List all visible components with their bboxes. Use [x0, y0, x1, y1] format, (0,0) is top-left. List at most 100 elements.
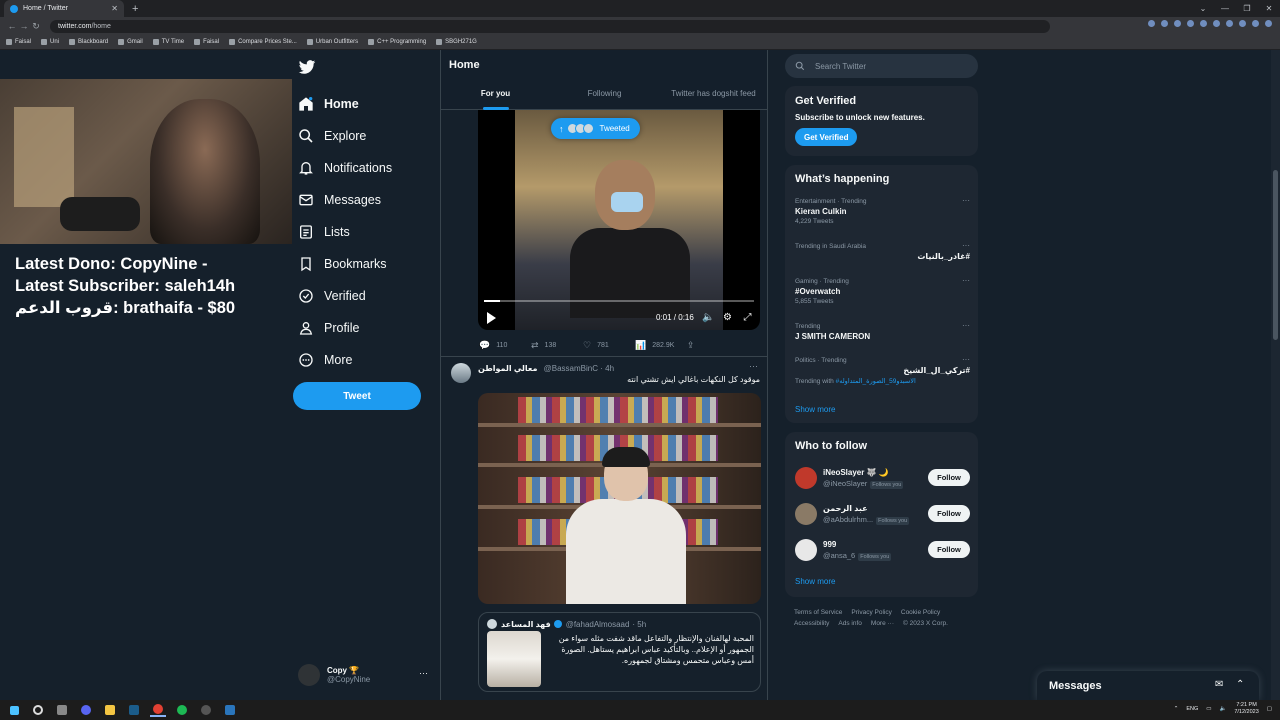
expand-up-icon[interactable]: ⌃ — [1236, 679, 1244, 690]
get-verified-button[interactable]: Get Verified — [795, 128, 858, 146]
extension-icon[interactable] — [1239, 20, 1246, 27]
extension-icon[interactable] — [1187, 20, 1194, 27]
footer-link[interactable]: More ··· — [871, 620, 894, 627]
bookmark-item[interactable]: Faisal — [194, 39, 219, 45]
chrome-icon[interactable] — [150, 703, 166, 717]
tweet-video-player[interactable]: 0:01 / 0:16 🔈 ⚙ ⤢ — [478, 110, 760, 330]
bookmark-item[interactable]: TV Time — [152, 39, 184, 45]
views-button[interactable]: 📊 282.9K — [635, 338, 687, 352]
tab-custom-list[interactable]: Twitter has dogshit feed — [659, 82, 767, 110]
extension-icon[interactable] — [1148, 20, 1155, 27]
reply-button[interactable]: 💬 110 — [479, 338, 531, 352]
video-progress-bar[interactable] — [484, 300, 754, 302]
messages-drawer[interactable]: Messages ✉ ⌃ — [1037, 671, 1259, 700]
follow-button[interactable]: Follow — [928, 505, 970, 522]
trend-item[interactable]: Trending J SMITH CAMERON ··· — [795, 321, 970, 341]
tweet-more-icon[interactable]: ··· — [749, 361, 758, 371]
page-scrollbar[interactable] — [1271, 50, 1280, 700]
follow-button[interactable]: Follow — [928, 469, 970, 486]
windows-start-icon[interactable] — [6, 703, 22, 717]
tweet-time[interactable]: · 4h — [600, 364, 614, 373]
close-tab-icon[interactable]: ✕ — [111, 4, 118, 13]
trend-item[interactable]: Trending in Saudi Arabia #غادر_بالنيات ·… — [795, 241, 970, 261]
tweet-author-avatar[interactable] — [451, 363, 471, 383]
follow-suggestion[interactable]: 999 @ansa_6 Follows you Follow — [795, 537, 970, 563]
nav-profile[interactable]: Profile — [298, 312, 392, 344]
minimize-icon[interactable]: — — [1214, 0, 1236, 17]
steam-icon[interactable] — [126, 703, 142, 717]
play-icon[interactable] — [486, 312, 496, 324]
extension-icon[interactable] — [1200, 20, 1207, 27]
steam-icon[interactable] — [222, 703, 238, 717]
show-more-trends-link[interactable]: Show more — [795, 405, 835, 414]
retweet-button[interactable]: ⇄ 138 — [531, 338, 583, 352]
trend-item[interactable]: Entertainment · Trending Kieran Culkin 4… — [795, 196, 970, 225]
tweet-button[interactable]: Tweet — [293, 382, 421, 410]
maximize-icon[interactable]: ❐ — [1236, 0, 1258, 17]
bookmark-item[interactable]: C++ Programming — [368, 39, 426, 45]
trend-more-icon[interactable]: ··· — [962, 276, 970, 285]
quoted-tweet[interactable]: فهد المساعد @fahadAlmosaad · 5h المحبة ل… — [478, 612, 761, 692]
taskbar-clock[interactable]: 7:21 PM 7/12/2023 — [1234, 702, 1258, 716]
bookmark-item[interactable]: Gmail — [118, 39, 143, 45]
bookmark-item[interactable]: SBGH271G — [436, 39, 477, 45]
share-button[interactable]: ⇪ — [687, 338, 739, 352]
bookmark-item[interactable]: Blackboard — [69, 39, 108, 45]
file-explorer-icon[interactable] — [102, 703, 118, 717]
nav-notifications[interactable]: Notifications — [298, 152, 392, 184]
language-indicator[interactable]: ENG — [1186, 706, 1198, 712]
tab-search-icon[interactable]: ⌄ — [1192, 0, 1214, 17]
close-window-icon[interactable]: ✕ — [1258, 0, 1280, 17]
nav-verified[interactable]: Verified — [298, 280, 392, 312]
nav-more[interactable]: More — [298, 344, 392, 376]
tab-following[interactable]: Following — [550, 82, 659, 110]
bookmark-item[interactable]: Urban Outfitters — [306, 39, 358, 45]
settings-gear-icon[interactable]: ⚙ — [722, 312, 733, 323]
trend-item[interactable]: Politics · Trending #تركي_ال_الشيخ Trend… — [795, 355, 970, 385]
like-button[interactable]: ♡ 781 — [583, 338, 635, 352]
reload-icon[interactable]: ↻ — [30, 21, 42, 32]
task-view-icon[interactable] — [54, 703, 70, 717]
trend-more-icon[interactable]: ··· — [962, 321, 970, 330]
tweet-author-handle[interactable]: @BassamBinC — [544, 364, 598, 373]
nav-messages[interactable]: Messages — [298, 184, 392, 216]
footer-link[interactable]: Cookie Policy — [901, 609, 940, 616]
footer-link[interactable]: Accessibility — [794, 620, 829, 627]
account-switcher[interactable]: Copy 🏆 @CopyNine ··· — [298, 662, 428, 688]
scrollbar-thumb[interactable] — [1273, 170, 1278, 340]
footer-link[interactable]: Ads info — [838, 620, 862, 627]
nav-bookmarks[interactable]: Bookmarks — [298, 248, 392, 280]
trend-with-link[interactable]: #الاسبدو59_الصورة_المتداوله — [836, 378, 916, 385]
new-message-icon[interactable]: ✉ — [1215, 679, 1223, 690]
tray-chevron-icon[interactable]: ⌃ — [1174, 706, 1179, 712]
back-icon[interactable]: ← — [6, 21, 18, 31]
twitter-logo-icon[interactable] — [298, 58, 316, 76]
tab-for-you[interactable]: For you — [441, 82, 550, 110]
follow-suggestion[interactable]: عبد الرحمن @aAbdulrhm... Follows you Foll… — [795, 501, 970, 527]
show-more-follow-link[interactable]: Show more — [795, 577, 835, 586]
new-tab-icon[interactable]: + — [132, 3, 138, 15]
discord-icon[interactable] — [78, 703, 94, 717]
trend-more-icon[interactable]: ··· — [962, 196, 970, 205]
extension-icon[interactable] — [1213, 20, 1220, 27]
more-dots-icon[interactable]: ··· — [419, 668, 428, 678]
tweet-author-name[interactable]: معالي المواطن — [478, 364, 537, 373]
obs-icon[interactable] — [198, 703, 214, 717]
profile-avatar-icon[interactable] — [1252, 20, 1259, 27]
new-tweets-pill[interactable]: ↑ Tweeted — [551, 118, 640, 139]
follow-suggestion[interactable]: iNeoSlayer 🐺 🌙 @iNeoSlayer Follows you Fo… — [795, 465, 970, 491]
trend-item[interactable]: Gaming · Trending #Overwatch 5,855 Tweet… — [795, 276, 970, 305]
extension-icon[interactable] — [1226, 20, 1233, 27]
trend-more-icon[interactable]: ··· — [962, 355, 970, 364]
menu-dots-icon[interactable] — [1265, 20, 1272, 27]
forward-icon[interactable]: → — [18, 21, 30, 31]
footer-link[interactable]: Terms of Service — [794, 609, 842, 616]
fullscreen-icon[interactable]: ⤢ — [742, 312, 753, 323]
nav-home[interactable]: Home — [298, 88, 392, 120]
extension-icon[interactable] — [1161, 20, 1168, 27]
bookmark-item[interactable]: Compare Prices Ste... — [229, 39, 297, 45]
browser-tab[interactable]: Home / Twitter ✕ — [4, 0, 124, 17]
notification-icon[interactable]: ▢ — [1267, 706, 1272, 712]
follow-button[interactable]: Follow — [928, 541, 970, 558]
footer-link[interactable]: Privacy Policy — [851, 609, 891, 616]
